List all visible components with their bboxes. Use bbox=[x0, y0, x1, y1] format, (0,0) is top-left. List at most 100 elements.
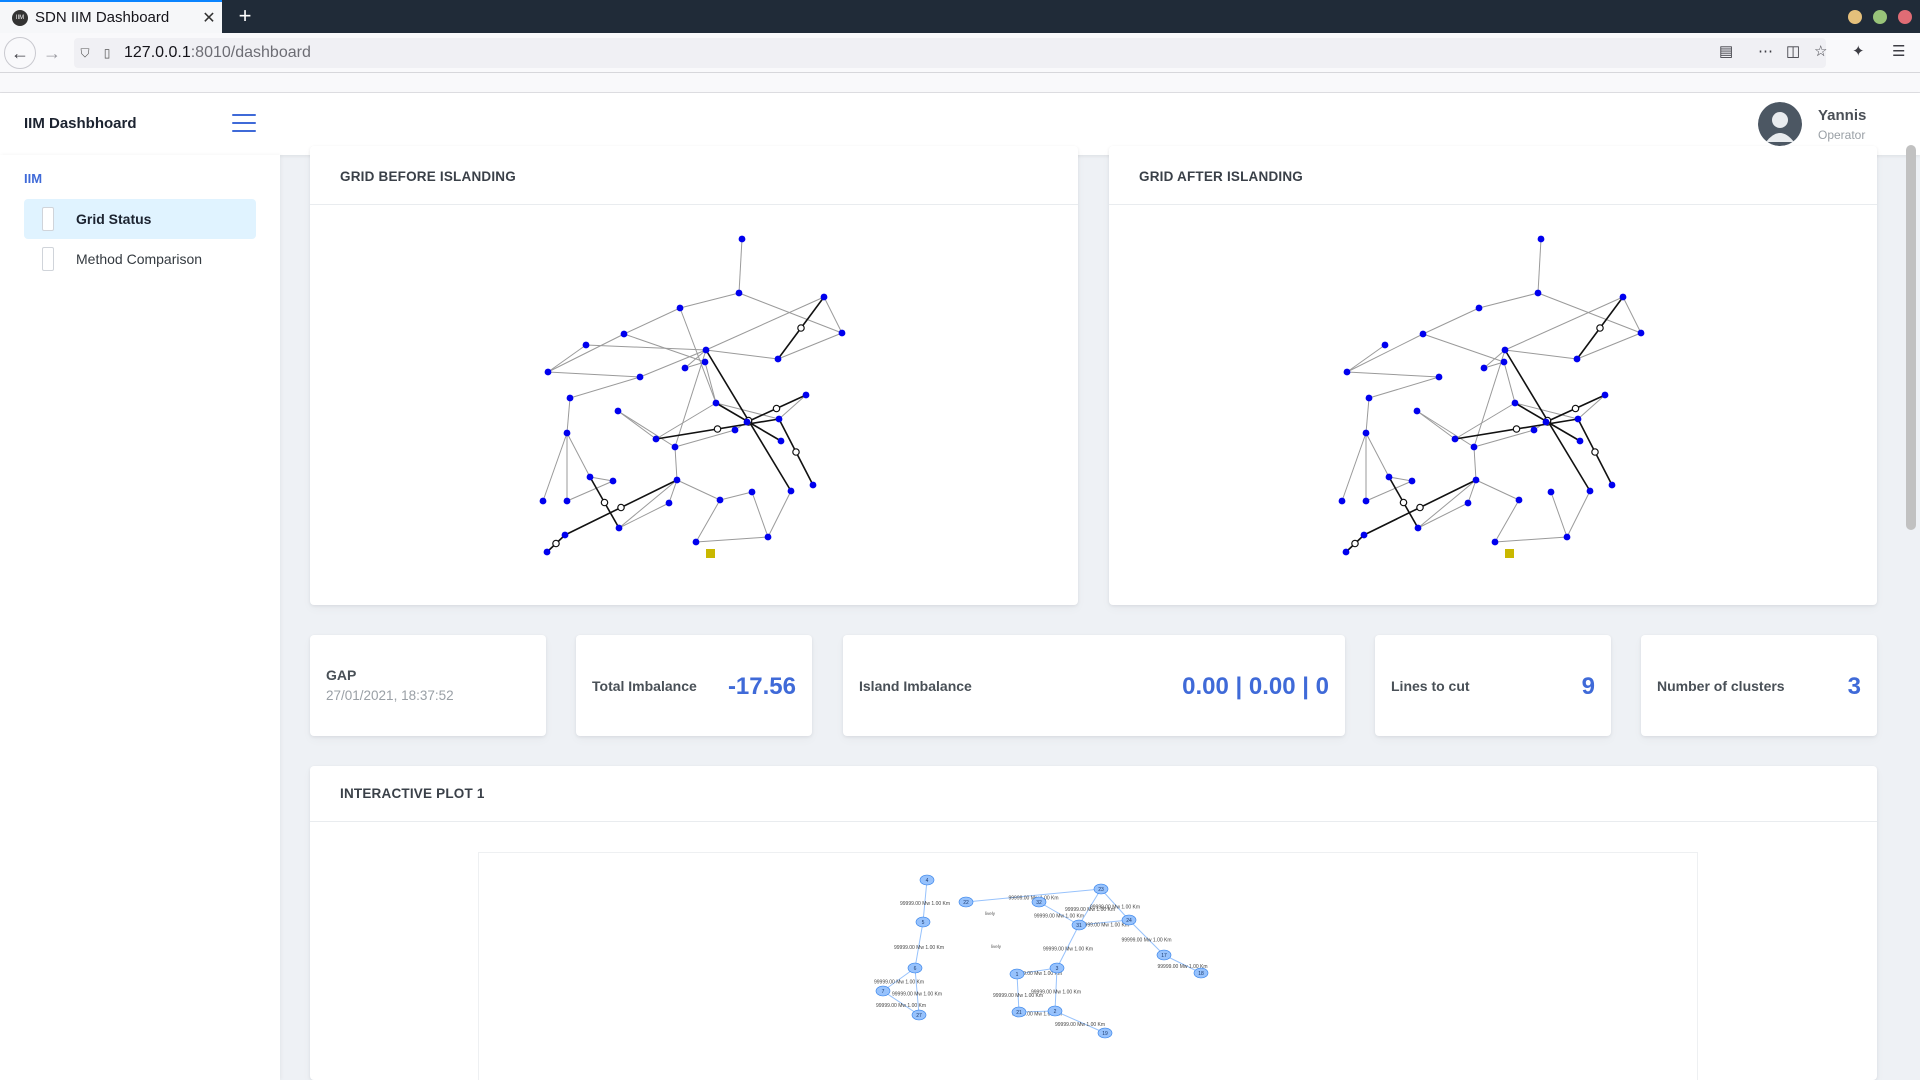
bus-node[interactable] bbox=[544, 368, 552, 376]
bus-node[interactable] bbox=[1480, 364, 1488, 372]
sidebar-item-grid-status[interactable]: Grid Status bbox=[24, 199, 256, 239]
url-text[interactable]: 127.0.0.1:8010/dashboard bbox=[124, 44, 311, 62]
bus-node[interactable] bbox=[1451, 435, 1459, 443]
url-bar[interactable]: ⛉ ▯ 127.0.0.1:8010/dashboard bbox=[74, 38, 1826, 68]
network-plot-area[interactable]: 99999.00 Mw 1.00 Km 99999.00 Mw 1.00 Km 99… bbox=[478, 852, 1698, 1080]
bus-node[interactable] bbox=[539, 497, 547, 505]
bus-node[interactable] bbox=[1343, 368, 1351, 376]
network-plot[interactable]: 99999.00 Mw 1.00 Km 99999.00 Mw 1.00 Km 99… bbox=[479, 853, 1699, 1080]
bus-node[interactable] bbox=[1464, 499, 1472, 507]
bus-node[interactable] bbox=[1362, 497, 1370, 505]
bus-node[interactable] bbox=[1537, 235, 1545, 243]
bus-node[interactable] bbox=[1637, 329, 1645, 337]
new-tab-button[interactable]: + bbox=[232, 4, 258, 30]
bus-node[interactable] bbox=[743, 418, 751, 426]
bus-node[interactable] bbox=[1413, 407, 1421, 415]
pocket-icon[interactable]: ◫ bbox=[1786, 42, 1800, 60]
bus-node[interactable] bbox=[1501, 346, 1509, 354]
bus-node[interactable] bbox=[1586, 487, 1594, 495]
bus-node[interactable] bbox=[735, 289, 743, 297]
bus-node[interactable] bbox=[1385, 473, 1393, 481]
bus-node[interactable] bbox=[561, 531, 569, 539]
bus-node[interactable] bbox=[838, 329, 846, 337]
bus-node[interactable] bbox=[543, 548, 551, 556]
page-scrollbar[interactable] bbox=[1906, 145, 1916, 530]
bus-node[interactable] bbox=[586, 473, 594, 481]
bus-node[interactable] bbox=[1475, 304, 1483, 312]
bus-node[interactable] bbox=[748, 488, 756, 496]
bus-node[interactable] bbox=[1408, 477, 1416, 485]
bus-node[interactable] bbox=[665, 499, 673, 507]
bus-node[interactable] bbox=[1470, 443, 1478, 451]
bus-node[interactable] bbox=[1573, 355, 1581, 363]
bus-node[interactable] bbox=[614, 407, 622, 415]
bus-node[interactable] bbox=[1435, 373, 1443, 381]
bus-node[interactable] bbox=[809, 481, 817, 489]
bus-node[interactable] bbox=[582, 341, 590, 349]
bus-node[interactable] bbox=[1530, 426, 1538, 434]
bus-node[interactable] bbox=[1342, 548, 1350, 556]
bus-node[interactable] bbox=[774, 355, 782, 363]
bus-node[interactable] bbox=[652, 435, 660, 443]
bus-node[interactable] bbox=[1414, 524, 1422, 532]
bus-node[interactable] bbox=[673, 476, 681, 484]
bus-node[interactable] bbox=[712, 399, 720, 407]
close-tab-icon[interactable]: ✕ bbox=[196, 8, 222, 28]
shield-icon[interactable]: ⛉ bbox=[74, 46, 96, 61]
hamburger-menu-icon[interactable] bbox=[232, 114, 256, 132]
bus-node[interactable] bbox=[701, 358, 709, 366]
bus-node[interactable] bbox=[681, 364, 689, 372]
grid-after-graph[interactable] bbox=[1109, 146, 1877, 605]
bus-node[interactable] bbox=[1576, 437, 1584, 445]
bus-node[interactable] bbox=[620, 330, 628, 338]
bookmark-star-icon[interactable]: ☆ bbox=[1814, 42, 1827, 60]
close-window-button[interactable] bbox=[1898, 10, 1912, 24]
bus-node[interactable] bbox=[820, 293, 828, 301]
bus-node[interactable] bbox=[1547, 488, 1555, 496]
bus-node[interactable] bbox=[1574, 415, 1582, 423]
bus-node[interactable] bbox=[1365, 394, 1373, 402]
bus-node[interactable] bbox=[777, 437, 785, 445]
bus-node[interactable] bbox=[671, 443, 679, 451]
bus-node[interactable] bbox=[1362, 429, 1370, 437]
bus-node[interactable] bbox=[1491, 538, 1499, 546]
bus-node[interactable] bbox=[716, 496, 724, 504]
bus-node[interactable] bbox=[787, 487, 795, 495]
bus-node[interactable] bbox=[566, 394, 574, 402]
grid-before-graph[interactable] bbox=[310, 146, 1078, 605]
bus-node[interactable] bbox=[775, 415, 783, 423]
bus-node[interactable] bbox=[609, 477, 617, 485]
bus-node[interactable] bbox=[1381, 341, 1389, 349]
bus-node[interactable] bbox=[702, 346, 710, 354]
minimize-button[interactable] bbox=[1848, 10, 1862, 24]
app-menu-icon[interactable]: ☰ bbox=[1892, 42, 1905, 60]
bus-node[interactable] bbox=[802, 391, 810, 399]
slack-bus-node[interactable] bbox=[706, 549, 715, 558]
bus-node[interactable] bbox=[1500, 358, 1508, 366]
bus-node[interactable] bbox=[692, 538, 700, 546]
maximize-button[interactable] bbox=[1873, 10, 1887, 24]
bus-node[interactable] bbox=[731, 426, 739, 434]
bus-node[interactable] bbox=[563, 429, 571, 437]
bus-node[interactable] bbox=[563, 497, 571, 505]
bus-node[interactable] bbox=[1511, 399, 1519, 407]
bus-node[interactable] bbox=[738, 235, 746, 243]
bus-node[interactable] bbox=[1360, 531, 1368, 539]
user-name[interactable]: Yannis bbox=[1818, 107, 1866, 124]
back-button[interactable]: ← bbox=[4, 37, 36, 69]
reader-view-icon[interactable]: ▤ bbox=[1719, 42, 1733, 60]
bus-node[interactable] bbox=[764, 533, 772, 541]
bus-node[interactable] bbox=[676, 304, 684, 312]
browser-tab[interactable]: IIM SDN IIM Dashboard ✕ bbox=[0, 0, 222, 33]
slack-bus-node[interactable] bbox=[1505, 549, 1514, 558]
bus-node[interactable] bbox=[1515, 496, 1523, 504]
sidebar-item-method-comparison[interactable]: Method Comparison bbox=[24, 239, 256, 279]
bus-node[interactable] bbox=[1619, 293, 1627, 301]
user-avatar[interactable] bbox=[1758, 102, 1802, 146]
bus-node[interactable] bbox=[1419, 330, 1427, 338]
extension-icon[interactable]: ✦ bbox=[1852, 42, 1865, 60]
more-icon[interactable]: ⋯ bbox=[1758, 42, 1773, 60]
bus-node[interactable] bbox=[615, 524, 623, 532]
bus-node[interactable] bbox=[1608, 481, 1616, 489]
bus-node[interactable] bbox=[1601, 391, 1609, 399]
